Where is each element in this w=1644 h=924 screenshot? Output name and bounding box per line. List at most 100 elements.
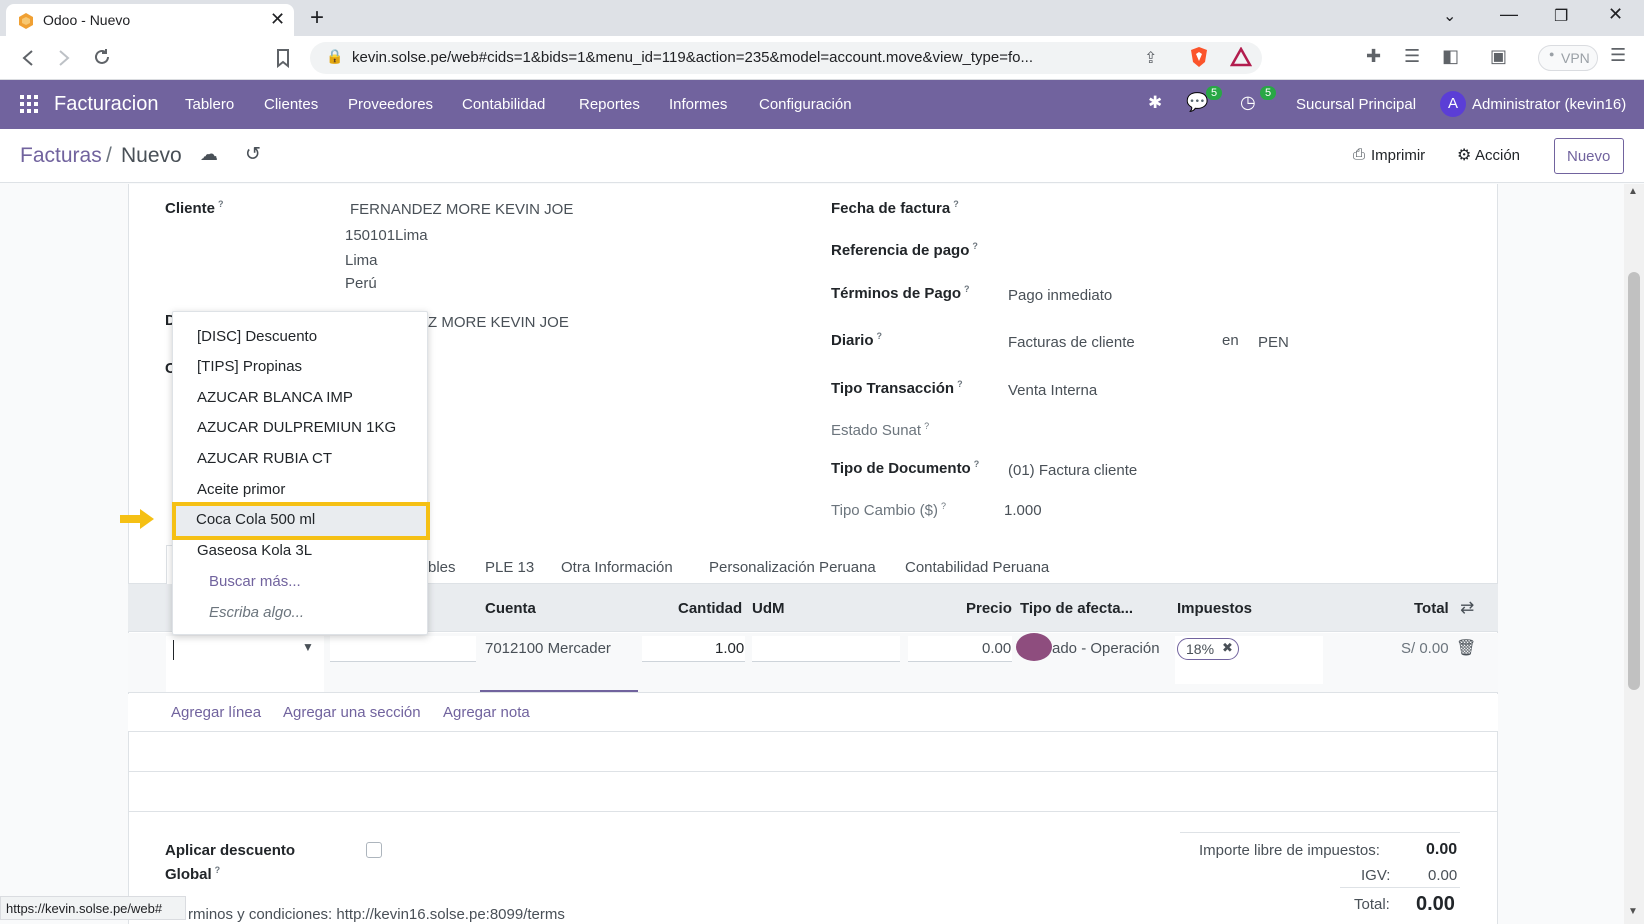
terminos-pago-label: Términos de Pago? (831, 284, 970, 302)
tipo-afectacion-cell[interactable]: ado - Operación (1052, 640, 1160, 657)
messages-badge: 5 (1206, 86, 1223, 100)
branch-switcher[interactable]: Sucursal Principal (1296, 96, 1416, 113)
messages-icon[interactable]: 💬 (1186, 92, 1208, 113)
vpn-button[interactable]: ● VPN (1538, 45, 1598, 71)
dropdown-item-azucar-blanca[interactable]: AZUCAR BLANCA IMP (197, 389, 353, 406)
gear-icon[interactable]: ⚙ (1457, 145, 1471, 165)
col-cuenta[interactable]: Cuenta (485, 600, 536, 617)
tab-contabilidad-peruana[interactable]: Contabilidad Peruana (905, 559, 1049, 576)
col-tipo-afectacion[interactable]: Tipo de afecta... (1020, 600, 1133, 617)
app-name[interactable]: Facturacion (54, 93, 159, 116)
trash-icon[interactable]: 🗑 (1456, 638, 1476, 658)
minimize-icon[interactable]: — (1500, 4, 1518, 25)
tab-personalizacion-peruana[interactable]: Personalización Peruana (709, 559, 876, 576)
col-precio[interactable]: Precio (966, 600, 1012, 617)
label-input[interactable] (330, 636, 476, 662)
add-note-link[interactable]: Agregar nota (443, 704, 530, 721)
chevron-down-icon[interactable]: ⌄ (1443, 6, 1456, 26)
add-section-link[interactable]: Agregar una sección (283, 704, 421, 721)
tipo-documento-field[interactable]: (01) Factura cliente (1008, 462, 1137, 479)
sidebar-icon[interactable]: ◧ (1442, 46, 1459, 67)
col-impuestos[interactable]: Impuestos (1177, 600, 1252, 617)
new-button[interactable]: Nuevo (1554, 138, 1624, 174)
share-icon[interactable]: ⇪ (1144, 48, 1157, 68)
new-tab-icon[interactable]: + (310, 4, 324, 32)
optional-columns-icon[interactable]: ⇄ (1460, 598, 1474, 618)
scrollbar-thumb[interactable] (1628, 272, 1640, 690)
playlist-icon[interactable]: ☰ (1404, 46, 1420, 67)
address-bar[interactable]: 🔒 kevin.solse.pe/web#cids=1&bids=1&menu_… (310, 42, 1262, 74)
highlighted-option[interactable]: Coca Cola 500 ml (172, 502, 430, 540)
menu-tablero[interactable]: Tablero (185, 96, 234, 113)
diario-label: Diario? (831, 331, 883, 349)
scroll-down-icon[interactable]: ▼ (1628, 906, 1638, 917)
brave-rewards-icon[interactable] (1230, 47, 1252, 67)
tipo-cambio-field[interactable]: 1.000 (1004, 502, 1042, 519)
tipo-transaccion-field[interactable]: Venta Interna (1008, 382, 1097, 399)
udm-input[interactable] (752, 636, 900, 662)
dropdown-caret-icon[interactable]: ▼ (302, 640, 314, 654)
dropdown-search-more[interactable]: Buscar más... (209, 573, 301, 590)
product-input[interactable]: ▼ (166, 636, 324, 692)
dropdown-item-propinas[interactable]: [TIPS] Propinas (197, 358, 302, 375)
close-window-icon[interactable]: ✕ (1608, 4, 1623, 25)
save-cloud-icon[interactable]: ☁ (200, 144, 218, 165)
app-grid-icon[interactable] (20, 95, 38, 113)
extensions-icon[interactable]: ✚ (1366, 46, 1381, 67)
impuestos-field[interactable]: 18% ✖ (1175, 636, 1323, 684)
dropdown-item-gaseosa-kola[interactable]: Gaseosa Kola 3L (197, 542, 312, 559)
dropdown-item-coca-cola[interactable]: Coca Cola 500 ml (196, 511, 315, 528)
discard-undo-icon[interactable]: ↺ (245, 143, 261, 166)
tab-ple13[interactable]: PLE 13 (485, 559, 534, 576)
menu-informes[interactable]: Informes (669, 96, 727, 113)
menu-proveedores[interactable]: Proveedores (348, 96, 433, 113)
add-line-link[interactable]: Agregar línea (171, 704, 261, 721)
action-button[interactable]: Acción (1475, 147, 1520, 164)
dropdown-item-descuento[interactable]: [DISC] Descuento (197, 328, 317, 345)
menu-configuracion[interactable]: Configuración (759, 96, 852, 113)
dropdown-item-azucar-rubia[interactable]: AZUCAR RUBIA CT (197, 450, 332, 467)
cliente-field[interactable]: FERNANDEZ MORE KEVIN JOE (350, 201, 573, 218)
col-total[interactable]: Total (1414, 600, 1449, 617)
cliente-address-line2: Lima (345, 252, 378, 269)
scroll-up-icon[interactable]: ▲ (1628, 186, 1638, 197)
avatar[interactable]: A (1440, 91, 1466, 117)
url-text: kevin.solse.pe/web#cids=1&bids=1&menu_id… (352, 49, 1033, 66)
print-icon[interactable]: ⎙ (1353, 146, 1365, 163)
delivery-address-field[interactable]: Z MORE KEVIN JOE (428, 314, 569, 331)
totals-top-divider (1180, 832, 1460, 833)
tax-remove-icon[interactable]: ✖ (1222, 640, 1233, 656)
restore-icon[interactable]: ❐ (1554, 6, 1568, 26)
browser-menu-icon[interactable]: ☰ (1610, 45, 1626, 66)
terminos-pago-field[interactable]: Pago inmediato (1008, 287, 1112, 304)
bookmark-icon[interactable] (274, 48, 292, 68)
dropdown-item-aceite-primor[interactable]: Aceite primor (197, 481, 285, 498)
diario-field[interactable]: Facturas de cliente (1008, 334, 1135, 351)
activity-clock-icon[interactable]: ◷ (1240, 92, 1256, 113)
close-tab-icon[interactable]: ✕ (270, 9, 285, 30)
col-udm[interactable]: UdM (752, 600, 785, 617)
forward-icon[interactable] (54, 48, 74, 68)
wallet-icon[interactable]: ▣ (1490, 46, 1507, 67)
cuenta-cell[interactable]: 7012100 Mercader (485, 640, 611, 657)
back-icon[interactable] (18, 48, 38, 68)
brave-shield-icon[interactable] (1188, 45, 1210, 69)
menu-contabilidad[interactable]: Contabilidad (462, 96, 545, 113)
user-menu[interactable]: Administrator (kevin16) (1472, 96, 1626, 113)
discount-checkbox[interactable] (366, 842, 382, 858)
currency-field[interactable]: PEN (1258, 334, 1289, 351)
diario-en-text: en (1222, 332, 1239, 349)
breadcrumb-facturas[interactable]: Facturas (20, 144, 102, 168)
bug-icon[interactable]: ✱ (1148, 93, 1162, 113)
col-cantidad[interactable]: Cantidad (678, 600, 742, 617)
menu-reportes[interactable]: Reportes (579, 96, 640, 113)
reload-icon[interactable] (92, 47, 112, 67)
print-button[interactable]: Imprimir (1371, 147, 1425, 164)
terms-text: rminos y condiciones: http://kevin16.sol… (188, 906, 565, 923)
menu-clientes[interactable]: Clientes (264, 96, 318, 113)
browser-tab[interactable]: Odoo - Nuevo ✕ (6, 4, 294, 36)
tab-otra-informacion[interactable]: Otra Información (561, 559, 673, 576)
dropdown-item-azucar-dulpremiun[interactable]: AZUCAR DULPREMIUN 1KG (197, 419, 396, 436)
tab-fragment[interactable]: bles (428, 559, 456, 576)
fecha-factura-input[interactable] (1005, 196, 1285, 222)
